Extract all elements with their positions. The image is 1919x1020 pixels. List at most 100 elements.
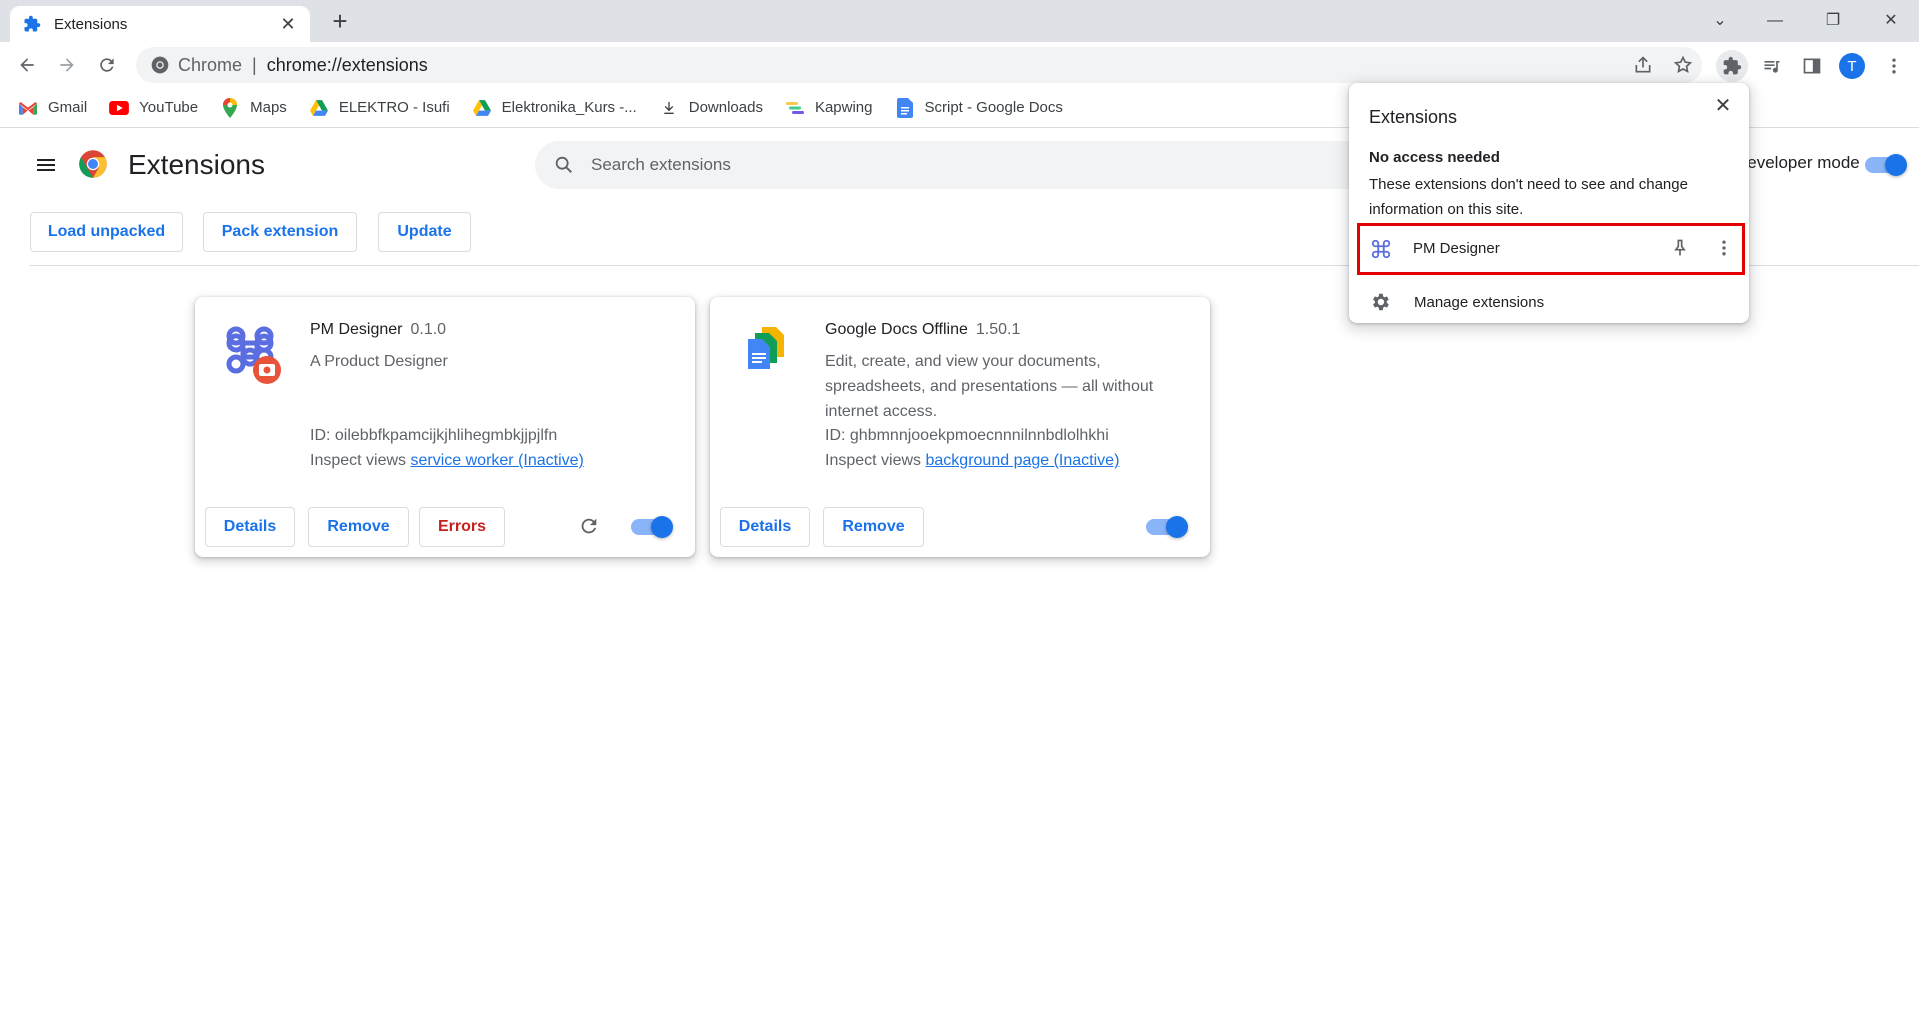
tab-strip: Extensions ✕ + ⌄ — ❐ ✕ [0,0,1919,42]
docs-icon [895,97,915,118]
inspect-link[interactable]: service worker (Inactive) [411,452,584,469]
inspect-link[interactable]: background page (Inactive) [926,452,1120,469]
bookmark-elektronika-kurs[interactable]: Elektronika_Kurs -... [472,98,637,118]
extension-id: ID: ghbmnnjooekpmoecnnnilnnbdlolhkhi [825,427,1109,444]
extension-version: 1.50.1 [975,321,1021,338]
extension-id: ID: oilebbfkpamcijkjhlihegmbkjjpjlfn [310,427,558,444]
share-icon[interactable] [1629,51,1657,79]
forward-arrow-icon [60,58,74,72]
reload-button[interactable] [92,50,122,80]
bookmark-label: YouTube [139,99,199,116]
load-unpacked-button[interactable]: Load unpacked [30,212,183,252]
forward-button[interactable] [52,50,82,80]
bookmark-downloads[interactable]: Downloads [659,98,763,118]
drive-icon [472,98,492,118]
more-options-icon[interactable] [1714,238,1734,263]
details-button[interactable]: Details [205,507,295,547]
profile-avatar-button[interactable]: T [1836,50,1868,82]
search-icon [553,154,575,181]
chrome-menu-icon[interactable] [1878,50,1910,82]
tab-title: Extensions [54,15,128,33]
bookmark-label: Gmail [48,99,88,116]
extensions-menu-popup: Extensions ✕ No access needed These exte… [1349,83,1749,323]
chrome-logo [78,149,108,184]
command-key-icon [225,325,289,394]
reload-icon [100,58,114,72]
hamburger-menu-icon[interactable] [34,153,58,182]
pin-icon[interactable] [1670,238,1690,263]
download-icon [659,98,679,118]
chrome-site-icon [150,55,170,80]
minimize-button[interactable]: — [1760,6,1790,36]
bookmark-elektro-isufi[interactable]: ELEKTRO - Isufi [309,98,450,118]
bookmark-label: Kapwing [814,99,873,116]
command-key-icon [1370,238,1392,265]
omnibox-separator: | [252,54,257,75]
gmail-icon [18,98,38,118]
manage-extensions-item[interactable]: Manage extensions [1349,283,1749,323]
restore-button[interactable]: ❐ [1818,6,1848,36]
google-docs-offline-icon [744,327,788,376]
bookmark-script-google-docs[interactable]: Script - Google Docs [895,97,1063,118]
developer-mode-toggle[interactable] [1865,154,1907,176]
popup-title: Extensions [1369,107,1458,127]
tab-extensions[interactable]: Extensions ✕ [10,6,310,42]
new-tab-button[interactable]: + [326,8,354,36]
avatar: T [1839,53,1865,79]
omnibox-url: chrome://extensions [266,54,428,75]
youtube-icon [109,98,130,118]
developer-mode-label: Developer mode [1735,153,1860,172]
toolbar: Chrome | chrome://extensions T [0,42,1919,88]
bookmark-label: ELEKTRO - Isufi [338,99,450,116]
inspect-views: Inspect views service worker (Inactive) [310,452,584,469]
extension-description: Edit, create, and view your documents, s… [825,353,1154,420]
manage-extensions-label: Manage extensions [1414,294,1545,311]
extension-name: PM Designer 0.1.0 [310,321,447,338]
maps-icon [220,97,240,118]
bookmark-gmail[interactable]: Gmail [18,98,87,118]
popup-extension-label: PM Designer [1413,240,1500,257]
popup-section-title: No access needed [1369,149,1500,166]
extension-name: Google Docs Offline 1.50.1 [825,321,1021,338]
tab-close-icon[interactable]: ✕ [278,14,298,35]
popup-extension-item-pm-designer[interactable]: PM Designer [1357,223,1745,275]
bookmark-label: Downloads [688,99,763,116]
bookmark-maps[interactable]: Maps [220,97,287,118]
extension-enable-toggle[interactable] [631,516,673,538]
remove-button[interactable]: Remove [308,507,409,547]
bookmark-label: Maps [250,99,287,116]
kapwing-icon [785,98,805,118]
inspect-views: Inspect views background page (Inactive) [825,452,1120,469]
bookmark-youtube[interactable]: YouTube [109,98,198,118]
reload-extension-icon[interactable] [578,515,600,542]
back-arrow-icon [20,58,34,72]
pack-extension-button[interactable]: Pack extension [203,212,357,252]
address-bar[interactable]: Chrome | chrome://extensions [136,47,1702,83]
extensions-puzzle-icon[interactable] [1716,50,1748,82]
details-button[interactable]: Details [720,507,810,547]
bookmark-label: Script - Google Docs [924,99,1063,116]
side-panel-icon[interactable] [1796,50,1828,82]
close-icon[interactable]: ✕ [1711,93,1735,117]
errors-button[interactable]: Errors [419,507,505,547]
remove-button[interactable]: Remove [823,507,924,547]
bookmark-star-icon[interactable] [1669,51,1697,79]
search-placeholder: Search extensions [591,155,731,174]
media-queue-icon[interactable] [1756,50,1788,82]
bookmark-label: Elektronika_Kurs -... [501,99,637,116]
gear-icon [1369,291,1391,318]
popup-section-description: These extensions don't need to see and c… [1369,176,1688,218]
extension-version: 0.1.0 [410,321,447,338]
page-title: Extensions [128,149,265,180]
extension-card-google-docs-offline: Google Docs Offline 1.50.1 Edit, create, … [710,297,1210,557]
extension-enable-toggle[interactable] [1146,516,1188,538]
update-button[interactable]: Update [378,212,471,252]
puzzle-icon [22,14,42,34]
drive-icon [309,98,329,118]
omnibox-scheme: Chrome [178,54,243,75]
bookmark-kapwing[interactable]: Kapwing [785,98,873,118]
close-window-button[interactable]: ✕ [1876,6,1906,36]
extension-description: A Product Designer [310,353,448,370]
back-button[interactable] [12,50,42,80]
tab-search-icon[interactable]: ⌄ [1705,6,1735,36]
